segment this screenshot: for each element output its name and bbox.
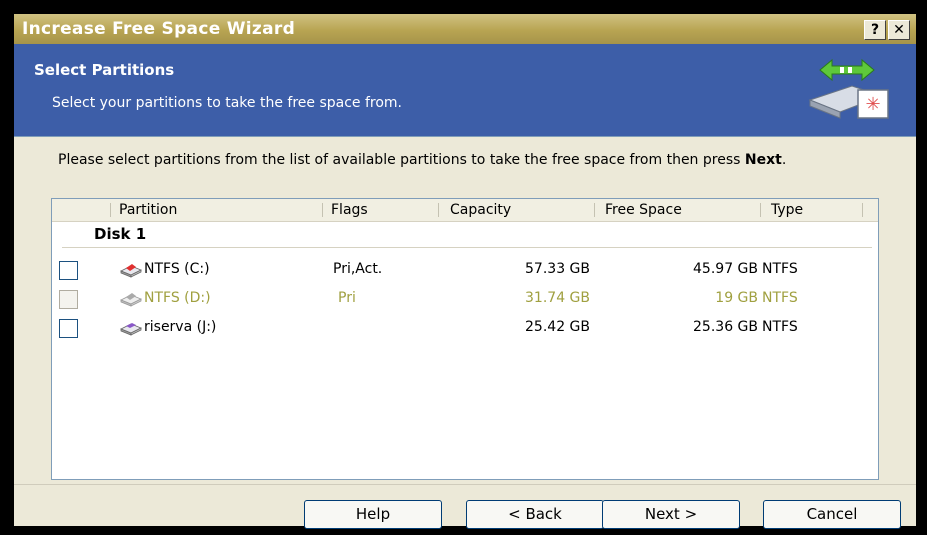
partition-capacity: 57.33 GB [525, 261, 590, 277]
group-divider [62, 247, 872, 248]
partition-type: NTFS [762, 290, 798, 306]
next-button[interactable]: Next > [602, 500, 740, 529]
column-separator[interactable] [862, 203, 863, 217]
help-button[interactable]: Help [304, 500, 442, 529]
column-separator[interactable] [322, 203, 323, 217]
column-separator[interactable] [438, 203, 439, 217]
column-separator[interactable] [110, 203, 111, 217]
partition-row-j[interactable]: riserva (J:) 25.42 GB 25.36 GB NTFS [52, 317, 878, 343]
partition-checkbox[interactable] [59, 261, 78, 280]
page-subtitle: Select your partitions to take the free … [52, 95, 403, 111]
column-partition[interactable]: Partition [119, 199, 177, 221]
partition-capacity: 25.42 GB [525, 319, 590, 335]
drive-icon [120, 264, 142, 278]
column-separator[interactable] [760, 203, 761, 217]
wizard-header: Select Partitions Select your partitions… [14, 44, 916, 136]
column-capacity[interactable]: Capacity [450, 199, 511, 221]
disk-group-label: Disk 1 [94, 225, 147, 243]
partition-free-space: 25.36 GB [693, 319, 758, 335]
partition-free-space: 19 GB [715, 290, 758, 306]
partition-name: NTFS (C:) [144, 261, 210, 277]
cancel-button[interactable]: Cancel [763, 500, 901, 529]
svg-text:✳: ✳ [865, 94, 880, 115]
instructions: Please select partitions from the list o… [58, 152, 787, 168]
partition-checkbox[interactable] [59, 319, 78, 338]
title-bar[interactable]: Increase Free Space Wizard ? ✕ [14, 14, 916, 44]
page-title: Select Partitions [34, 61, 175, 79]
partition-flags: Pri,Act. [333, 261, 383, 277]
footer-divider [14, 484, 916, 485]
column-type[interactable]: Type [771, 199, 803, 221]
column-free-space[interactable]: Free Space [605, 199, 682, 221]
partition-resize-icon: ✳ [808, 58, 889, 119]
partition-type: NTFS [762, 319, 798, 335]
header-divider [14, 136, 916, 137]
partition-row-d: NTFS (D:) Pri 31.74 GB 19 GB NTFS [52, 288, 878, 314]
partition-row-c[interactable]: NTFS (C:) Pri,Act. 57.33 GB 45.97 GB NTF… [52, 259, 878, 285]
partition-checkbox [59, 290, 78, 309]
column-flags[interactable]: Flags [331, 199, 368, 221]
back-button[interactable]: < Back [466, 500, 604, 529]
column-separator[interactable] [594, 203, 595, 217]
partition-name: riserva (J:) [144, 319, 217, 335]
drive-icon [120, 323, 142, 336]
partition-list[interactable]: Partition Flags Capacity Free Space Type… [51, 198, 879, 480]
partition-flags: Pri [338, 290, 356, 306]
partition-name: NTFS (D:) [144, 290, 211, 306]
close-button[interactable]: ✕ [888, 20, 910, 40]
help-title-button[interactable]: ? [864, 20, 886, 40]
drive-icon [120, 293, 142, 307]
wizard-window: Increase Free Space Wizard ? ✕ Select Pa… [14, 14, 916, 529]
list-header: Partition Flags Capacity Free Space Type [52, 199, 878, 222]
window-title: Increase Free Space Wizard [22, 19, 296, 39]
partition-type: NTFS [762, 261, 798, 277]
partition-capacity: 31.74 GB [525, 290, 590, 306]
partition-free-space: 45.97 GB [693, 261, 758, 277]
